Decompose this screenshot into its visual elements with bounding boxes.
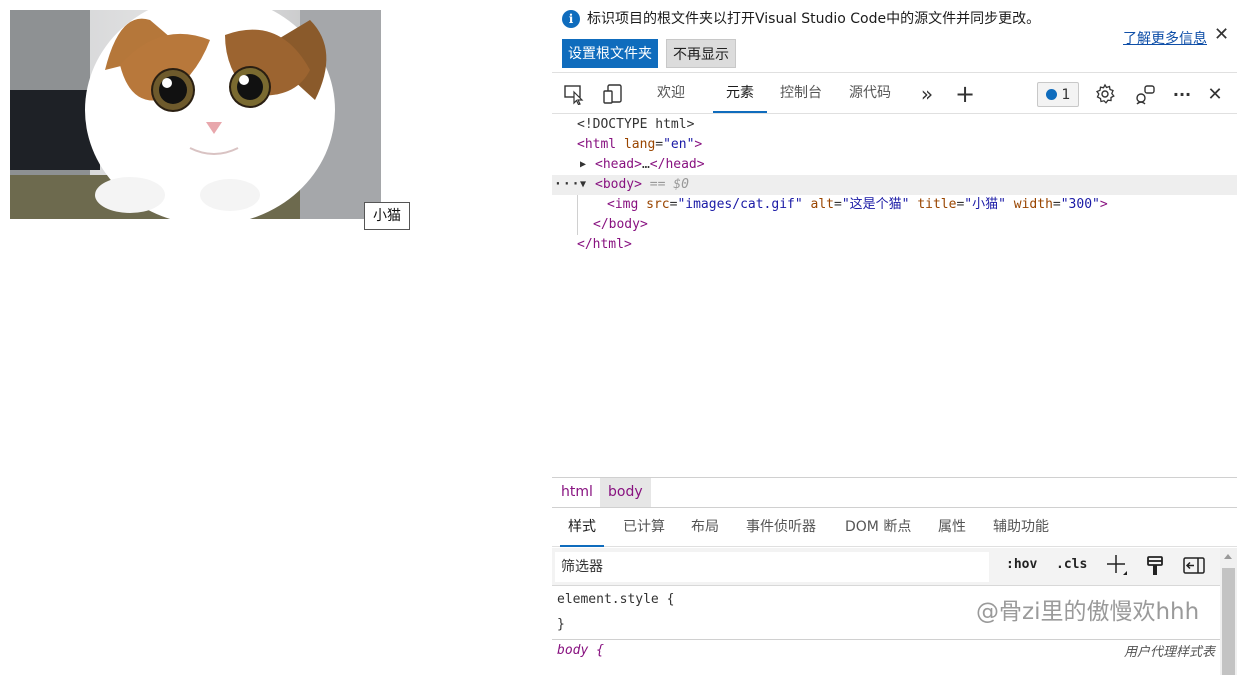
styles-pane[interactable]: element.style { } body { 用户代理样式表 @骨zi里的傲…	[552, 587, 1220, 675]
hover-state-toggle[interactable]: :hov	[1006, 557, 1037, 572]
set-root-folder-button[interactable]: 设置根文件夹	[562, 39, 658, 68]
devtools-panel: i 标识项目的根文件夹以打开Visual Studio Code中的源文件并同步…	[552, 0, 1237, 675]
issues-icon	[1045, 89, 1057, 100]
dom-tree[interactable]: <!DOCTYPE html> <html lang="en"> ▶ <head…	[552, 115, 1237, 475]
dom-body-node[interactable]: ··· ▼ <body> == $0	[552, 175, 1237, 195]
subtab-styles[interactable]: 样式	[560, 508, 604, 547]
cat-image	[10, 10, 381, 219]
node-actions-icon[interactable]: ···	[554, 175, 580, 195]
collapse-triangle-icon[interactable]: ▼	[580, 175, 586, 195]
infobar: i 标识项目的根文件夹以打开Visual Studio Code中的源文件并同步…	[552, 0, 1237, 72]
breadcrumb: html body	[552, 477, 1237, 507]
scroll-thumb[interactable]	[1222, 568, 1235, 675]
element-style-rule[interactable]: element.style {	[557, 590, 674, 610]
cat-photo-icon	[10, 10, 381, 219]
more-options-icon[interactable]: ···	[1169, 81, 1195, 107]
subtab-accessibility[interactable]: 辅助功能	[993, 508, 1049, 547]
watermark: @骨zi里的傲慢欢hhh	[976, 599, 1200, 625]
tab-console[interactable]: 控制台	[779, 73, 823, 113]
image-title-tooltip: 小猫	[364, 202, 410, 230]
styles-scrollbar[interactable]	[1220, 548, 1237, 675]
subtab-computed[interactable]: 已计算	[623, 508, 665, 547]
close-devtools-icon[interactable]: ✕	[1202, 81, 1228, 107]
settings-gear-icon[interactable]	[1092, 81, 1118, 107]
devtools-toolbar: 欢迎 元素 控制台 源代码 » + 1 ··· ✕	[552, 72, 1237, 114]
issues-badge[interactable]: 1	[1037, 82, 1079, 107]
breadcrumb-body[interactable]: body	[600, 478, 651, 507]
subtab-layout[interactable]: 布局	[691, 508, 719, 547]
dont-show-again-button[interactable]: 不再显示	[666, 39, 736, 68]
infobar-close-icon[interactable]: ✕	[1214, 24, 1229, 45]
subtab-event-listeners[interactable]: 事件侦听器	[746, 508, 816, 547]
inspect-element-icon[interactable]	[561, 81, 587, 107]
breadcrumb-html[interactable]: html	[553, 478, 601, 507]
tab-welcome[interactable]: 欢迎	[653, 73, 689, 113]
dom-doctype[interactable]: <!DOCTYPE html>	[552, 115, 1237, 135]
dom-head-node[interactable]: ▶ <head>…</head>	[552, 155, 1237, 175]
scroll-up-arrow-icon[interactable]	[1224, 554, 1232, 559]
user-agent-stylesheet-label: 用户代理样式表	[1123, 645, 1215, 660]
info-icon: i	[562, 10, 580, 28]
dom-html-open[interactable]: <html lang="en">	[552, 135, 1237, 155]
class-toggle[interactable]: .cls	[1056, 557, 1087, 572]
styles-filter-input[interactable]	[555, 552, 989, 582]
body-rule[interactable]: body {	[557, 641, 604, 661]
learn-more-link[interactable]: 了解更多信息	[1123, 28, 1207, 48]
infobar-message: 标识项目的根文件夹以打开Visual Studio Code中的源文件并同步更改…	[587, 11, 1041, 27]
tab-elements[interactable]: 元素	[713, 73, 767, 113]
dom-body-close[interactable]: </body>	[552, 215, 1237, 235]
element-style-close: }	[557, 617, 565, 632]
subtab-properties[interactable]: 属性	[938, 508, 966, 547]
tab-sources[interactable]: 源代码	[848, 73, 892, 113]
toggle-sidebar-icon[interactable]	[1183, 556, 1205, 580]
paint-brush-icon[interactable]	[1145, 555, 1165, 581]
dom-html-close[interactable]: </html>	[552, 235, 1237, 255]
feedback-icon[interactable]	[1132, 81, 1158, 107]
new-style-rule-icon[interactable]	[1105, 553, 1129, 581]
issues-count: 1	[1061, 86, 1071, 103]
rule-divider	[552, 639, 1220, 640]
dom-img-node[interactable]: <img src="images/cat.gif" alt="这是个猫" tit…	[552, 195, 1237, 215]
body-selector[interactable]: body	[557, 643, 588, 658]
device-emulation-icon[interactable]	[600, 81, 626, 107]
add-tab-icon[interactable]: +	[952, 80, 978, 108]
rendered-page: 小猫	[0, 0, 552, 675]
expand-triangle-icon[interactable]: ▶	[580, 155, 586, 175]
styles-filter-bar: :hov .cls	[552, 548, 1220, 586]
more-tabs-icon[interactable]: »	[914, 81, 940, 107]
styles-subtabs: 样式 已计算 布局 事件侦听器 DOM 断点 属性 辅助功能	[552, 507, 1237, 547]
subtab-dom-breakpoints[interactable]: DOM 断点	[845, 508, 911, 547]
